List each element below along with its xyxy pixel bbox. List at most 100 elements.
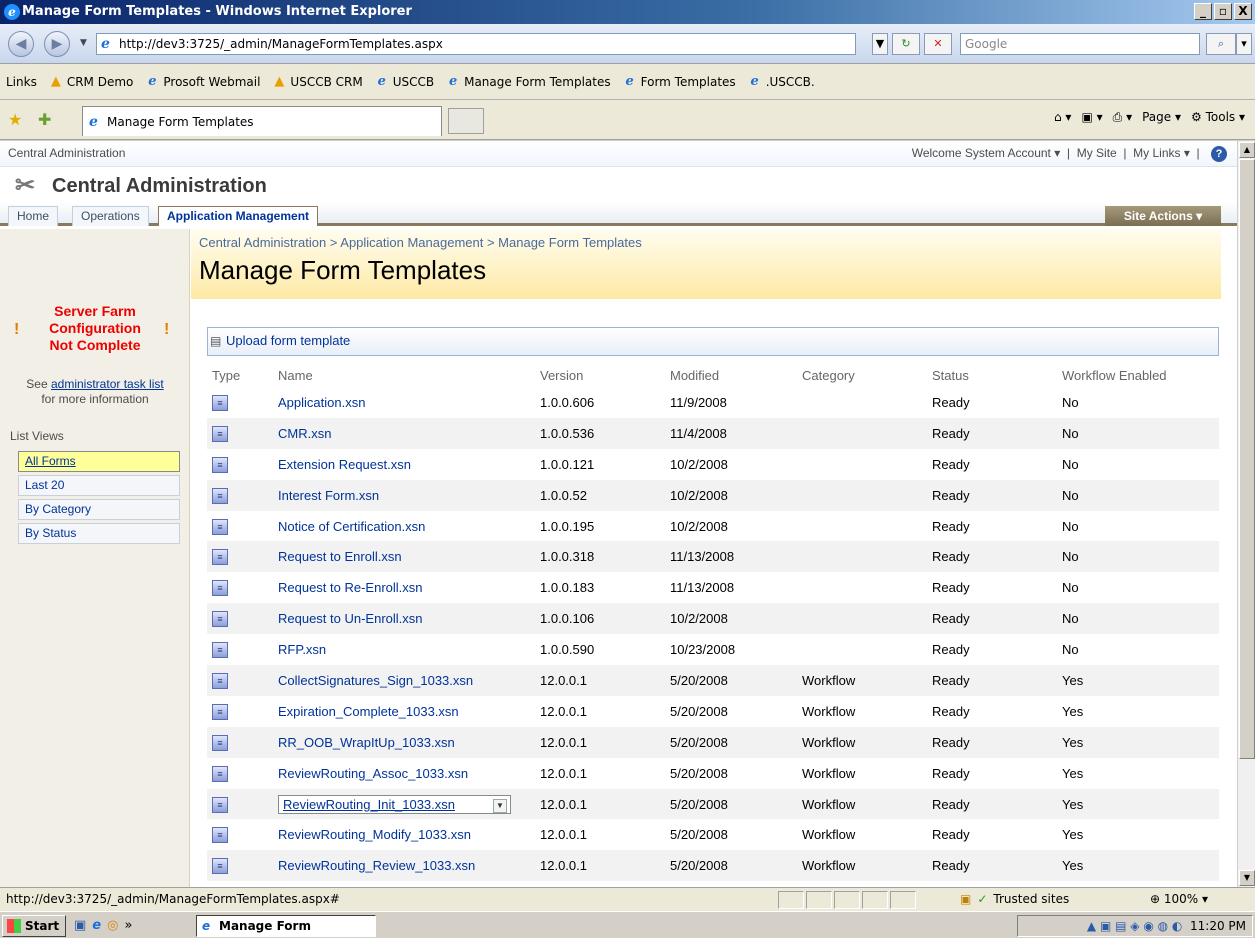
infopath-form-icon[interactable]: ≡ bbox=[212, 827, 228, 844]
view-by-status[interactable]: By Status bbox=[18, 523, 180, 544]
name-cell[interactable]: Request to Re-Enroll.xsn bbox=[273, 572, 535, 603]
tab-manage-form-templates[interactable]: e Manage Form Templates bbox=[82, 106, 442, 136]
infopath-form-icon[interactable]: ≡ bbox=[212, 487, 228, 504]
col-type[interactable]: Type bbox=[207, 363, 273, 387]
infopath-form-icon[interactable]: ≡ bbox=[212, 734, 228, 751]
link-form-templates[interactable]: e Form Templates bbox=[623, 74, 735, 89]
favorites-star-icon[interactable]: ★ bbox=[8, 110, 22, 129]
scroll-thumb[interactable] bbox=[1239, 159, 1255, 759]
name-cell[interactable]: ReviewRouting_Assoc_1033.xsn bbox=[273, 758, 535, 789]
search-options-icon[interactable]: ▾ bbox=[1236, 33, 1252, 55]
view-all-forms[interactable]: All Forms bbox=[18, 451, 180, 472]
welcome-menu[interactable]: Welcome System Account ▾ bbox=[912, 146, 1061, 160]
upload-form-template-button[interactable]: ▤ Upload form template bbox=[210, 333, 350, 348]
col-name[interactable]: Name bbox=[273, 363, 535, 387]
tab-home[interactable]: Home bbox=[8, 206, 59, 226]
url-dropdown-button[interactable]: ▼ bbox=[872, 33, 888, 55]
view-by-category[interactable]: By Category bbox=[18, 499, 180, 520]
stop-icon[interactable]: ✕ bbox=[924, 33, 952, 55]
show-desktop-icon[interactable]: ▣ bbox=[74, 918, 86, 933]
view-last-20[interactable]: Last 20 bbox=[18, 475, 180, 496]
item-dropdown-icon[interactable]: ▼ bbox=[493, 798, 507, 813]
scroll-down-icon[interactable]: ▼ bbox=[1239, 870, 1255, 886]
link-usccb[interactable]: e USCCB bbox=[375, 74, 435, 89]
infopath-form-icon[interactable]: ≡ bbox=[212, 425, 228, 442]
back-button[interactable]: ◀ bbox=[8, 31, 34, 57]
refresh-icon[interactable]: ↻ bbox=[892, 33, 920, 55]
breadcrumb[interactable]: Central Administration > Application Man… bbox=[199, 235, 642, 250]
item-menu-box[interactable]: ReviewRouting_Init_1033.xsn ▼ bbox=[278, 794, 511, 814]
minimize-button[interactable]: _ bbox=[1194, 3, 1212, 20]
my-site-link[interactable]: My Site bbox=[1077, 146, 1117, 160]
add-favorites-icon[interactable]: ✚ bbox=[38, 110, 51, 129]
name-cell[interactable]: Interest Form.xsn bbox=[273, 479, 535, 511]
clock[interactable]: 11:20 PM bbox=[1190, 919, 1246, 933]
name-cell[interactable]: Extension Request.xsn bbox=[273, 449, 535, 480]
more-icon[interactable]: » bbox=[124, 918, 132, 933]
name-cell[interactable]: RR_OOB_WrapItUp_1033.xsn bbox=[273, 726, 535, 758]
vertical-scrollbar[interactable]: ▲ ▼ bbox=[1237, 141, 1255, 887]
name-cell[interactable]: Expiration_Complete_1033.xsn bbox=[273, 696, 535, 727]
security-zone[interactable]: ▣ ✓ Trusted sites bbox=[960, 888, 1069, 910]
help-icon[interactable]: ? bbox=[1211, 145, 1227, 162]
infopath-form-icon[interactable]: ≡ bbox=[212, 642, 228, 659]
link-usccb-crm[interactable]: ▲ USCCB CRM bbox=[272, 74, 362, 89]
ie-quicklaunch-icon[interactable]: e bbox=[92, 918, 101, 933]
outlook-icon[interactable]: ◎ bbox=[107, 918, 118, 933]
name-cell[interactable]: CollectSignatures_Sign_1033.xsn bbox=[273, 665, 535, 696]
name-cell[interactable]: RFP.xsn bbox=[273, 634, 535, 665]
print-icon[interactable]: ⎙ ▾ bbox=[1113, 110, 1132, 125]
name-cell[interactable]: Request to Enroll.xsn bbox=[273, 541, 535, 573]
recent-pages-dropdown-icon[interactable]: ▼ bbox=[80, 38, 87, 48]
infopath-form-icon[interactable]: ≡ bbox=[212, 518, 228, 535]
site-title[interactable]: ✂ Central Administration bbox=[8, 171, 267, 201]
col-workflow-enabled[interactable]: Workflow Enabled bbox=[1057, 363, 1219, 387]
name-cell[interactable]: CMR.xsn bbox=[273, 417, 535, 449]
maximize-button[interactable]: ▫ bbox=[1214, 3, 1232, 20]
name-cell[interactable]: ReviewRouting_Init_1033.xsn ▼ bbox=[273, 788, 535, 820]
infopath-form-icon[interactable]: ≡ bbox=[212, 765, 228, 782]
col-modified[interactable]: Modified bbox=[665, 363, 797, 387]
my-links-menu[interactable]: My Links ▾ bbox=[1133, 146, 1190, 160]
taskbar-item-ie[interactable]: e Manage Form Templa... bbox=[196, 915, 376, 937]
name-cell[interactable]: Notice of Certification.xsn bbox=[273, 511, 535, 542]
col-status[interactable]: Status bbox=[927, 363, 1057, 387]
tray-icons[interactable]: ▲ ▣ ▤ ◈ ◉ ◍ ◐ bbox=[1087, 919, 1182, 933]
scroll-up-icon[interactable]: ▲ bbox=[1239, 142, 1255, 158]
tools-menu[interactable]: ⚙ Tools ▾ bbox=[1191, 110, 1245, 125]
link-prosoft-webmail[interactable]: e Prosoft Webmail bbox=[145, 74, 260, 89]
infopath-form-icon[interactable]: ≡ bbox=[212, 672, 228, 689]
infopath-form-icon[interactable]: ≡ bbox=[212, 703, 228, 720]
global-site-link[interactable]: Central Administration bbox=[8, 146, 125, 160]
new-tab-button[interactable] bbox=[448, 108, 484, 134]
link-manage-form-templates[interactable]: e Manage Form Templates bbox=[446, 74, 611, 89]
page-menu[interactable]: Page ▾ bbox=[1142, 110, 1181, 125]
administrator-task-list-link[interactable]: administrator task list bbox=[51, 377, 164, 391]
tab-application-management[interactable]: Application Management bbox=[158, 206, 319, 226]
home-icon[interactable]: ⌂ ▾ bbox=[1054, 110, 1071, 125]
zoom-level[interactable]: ⊕ 100% ▾ bbox=[1150, 888, 1208, 910]
name-cell[interactable]: Request to Un-Enroll.xsn bbox=[273, 603, 535, 635]
infopath-form-icon[interactable]: ≡ bbox=[212, 858, 228, 875]
infopath-form-icon[interactable]: ≡ bbox=[212, 456, 228, 473]
infopath-form-icon[interactable]: ≡ bbox=[212, 796, 228, 813]
forward-button[interactable]: ▶ bbox=[44, 31, 70, 57]
site-actions-menu[interactable]: Site Actions ▾ bbox=[1105, 206, 1221, 226]
name-cell[interactable]: Application.xsn bbox=[273, 387, 535, 418]
name-cell[interactable]: ReviewRouting_Modify_1033.xsn bbox=[273, 819, 535, 850]
infopath-form-icon[interactable]: ≡ bbox=[212, 580, 228, 597]
infopath-form-icon[interactable]: ≡ bbox=[212, 394, 228, 411]
link-crm-demo[interactable]: ▲ CRM Demo bbox=[49, 74, 134, 89]
feeds-icon[interactable]: ▣ ▾ bbox=[1081, 110, 1102, 125]
url-input[interactable]: e http://dev3:3725/_admin/ManageFormTemp… bbox=[96, 33, 856, 55]
infopath-form-icon[interactable]: ≡ bbox=[212, 549, 228, 566]
link-usccb-dot[interactable]: e .USCCB. bbox=[748, 74, 815, 89]
close-button[interactable]: X bbox=[1234, 3, 1252, 20]
tab-operations[interactable]: Operations bbox=[72, 206, 149, 226]
name-cell[interactable]: ReviewRouting_Review_1033.xsn bbox=[273, 850, 535, 882]
search-input[interactable]: Google bbox=[960, 33, 1200, 55]
col-version[interactable]: Version bbox=[535, 363, 665, 387]
start-button[interactable]: Start bbox=[2, 915, 66, 937]
infopath-form-icon[interactable]: ≡ bbox=[212, 611, 228, 628]
col-category[interactable]: Category bbox=[797, 363, 927, 387]
